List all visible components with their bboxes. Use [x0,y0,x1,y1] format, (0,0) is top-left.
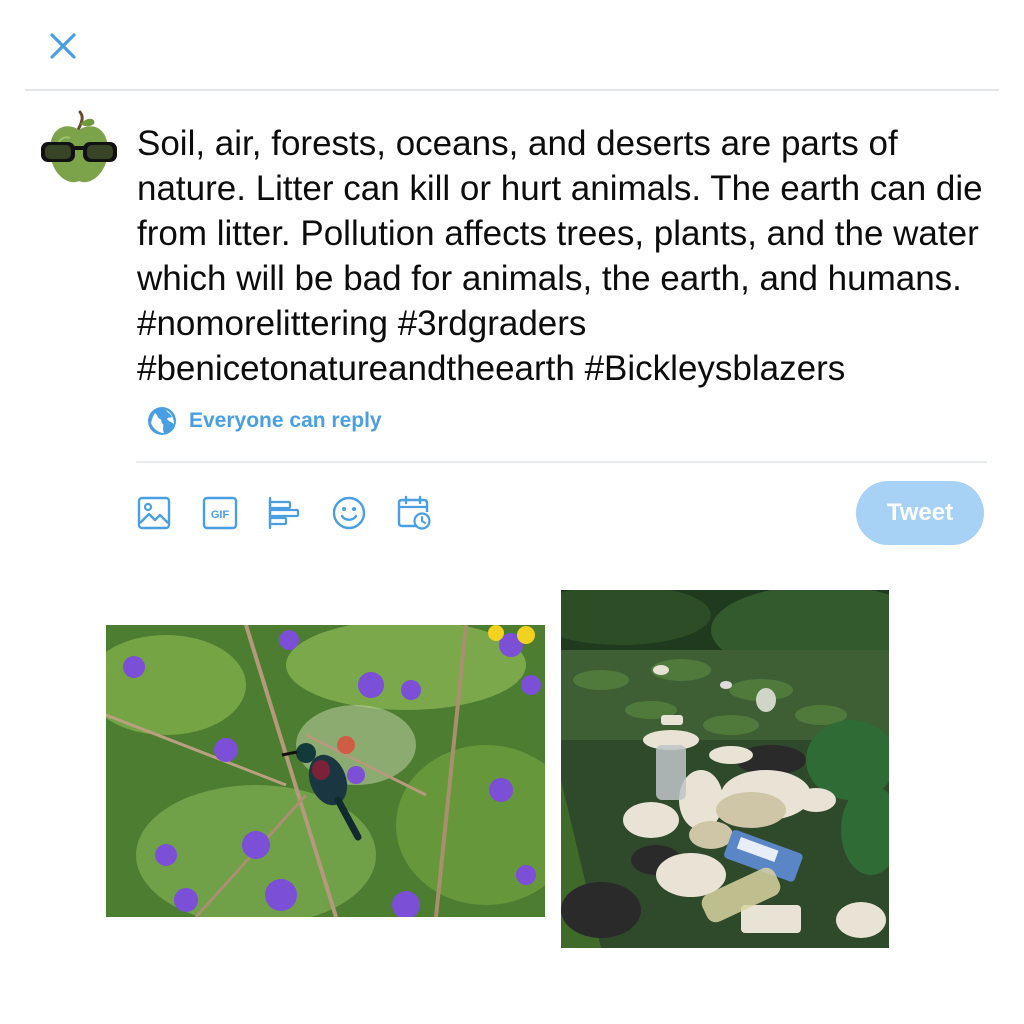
add-poll-button[interactable] [266,495,302,531]
schedule-icon [397,495,431,530]
photo-bird-flowers [106,625,545,917]
close-button[interactable] [46,29,80,63]
gif-label: GIF [211,509,230,521]
tweet-text[interactable]: Soil, air, forests, oceans, and deserts … [137,121,997,391]
globe-icon [148,407,176,435]
avatar[interactable] [38,108,120,190]
attachment-photo-bird[interactable] [106,625,545,917]
gif-icon: GIF [202,496,238,530]
attachment-photo-litter[interactable] [561,590,889,948]
apple-with-glasses-avatar [39,109,119,189]
close-icon [50,33,76,59]
emoji-icon [332,496,366,530]
reply-setting-label: Everyone can reply [189,409,382,432]
image-icon [137,496,171,530]
schedule-button[interactable] [396,495,432,531]
add-media-button[interactable] [136,495,172,531]
toolbar-divider [136,461,987,463]
header-divider [25,89,999,91]
add-emoji-button[interactable] [331,495,367,531]
photo-litter-pond [561,590,889,948]
reply-setting-button[interactable]: Everyone can reply [147,404,382,438]
add-gif-button[interactable]: GIF [202,495,238,531]
poll-icon [268,496,300,530]
tweet-button[interactable]: Tweet [856,481,984,545]
